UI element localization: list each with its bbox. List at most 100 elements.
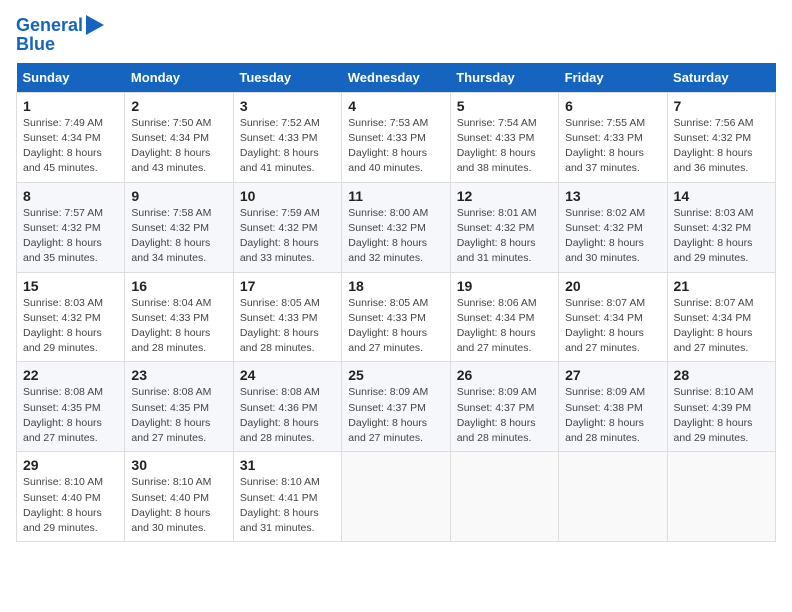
calendar-cell: 3 Sunrise: 7:52 AMSunset: 4:33 PMDayligh… <box>233 92 341 182</box>
cell-detail: Sunrise: 8:06 AMSunset: 4:34 PMDaylight:… <box>457 297 537 355</box>
cell-detail: Sunrise: 7:58 AMSunset: 4:32 PMDaylight:… <box>131 207 211 265</box>
calendar-cell: 1 Sunrise: 7:49 AMSunset: 4:34 PMDayligh… <box>17 92 125 182</box>
cell-detail: Sunrise: 8:05 AMSunset: 4:33 PMDaylight:… <box>348 297 428 355</box>
calendar-cell: 23 Sunrise: 8:08 AMSunset: 4:35 PMDaylig… <box>125 362 233 452</box>
calendar-cell: 16 Sunrise: 8:04 AMSunset: 4:33 PMDaylig… <box>125 272 233 362</box>
calendar-week-row: 8 Sunrise: 7:57 AMSunset: 4:32 PMDayligh… <box>17 182 776 272</box>
calendar-cell: 8 Sunrise: 7:57 AMSunset: 4:32 PMDayligh… <box>17 182 125 272</box>
logo-blue: Blue <box>16 34 55 55</box>
day-number: 10 <box>240 188 335 204</box>
day-number: 22 <box>23 367 118 383</box>
col-header-wednesday: Wednesday <box>342 63 450 93</box>
calendar-cell: 24 Sunrise: 8:08 AMSunset: 4:36 PMDaylig… <box>233 362 341 452</box>
calendar-week-row: 1 Sunrise: 7:49 AMSunset: 4:34 PMDayligh… <box>17 92 776 182</box>
cell-detail: Sunrise: 8:10 AMSunset: 4:40 PMDaylight:… <box>23 476 103 534</box>
calendar-week-row: 15 Sunrise: 8:03 AMSunset: 4:32 PMDaylig… <box>17 272 776 362</box>
day-number: 21 <box>674 278 769 294</box>
day-number: 6 <box>565 98 660 114</box>
cell-detail: Sunrise: 8:10 AMSunset: 4:40 PMDaylight:… <box>131 476 211 534</box>
cell-detail: Sunrise: 8:08 AMSunset: 4:36 PMDaylight:… <box>240 386 320 444</box>
cell-detail: Sunrise: 8:09 AMSunset: 4:38 PMDaylight:… <box>565 386 645 444</box>
calendar-cell <box>667 452 775 542</box>
calendar-cell: 25 Sunrise: 8:09 AMSunset: 4:37 PMDaylig… <box>342 362 450 452</box>
day-number: 5 <box>457 98 552 114</box>
calendar-cell: 4 Sunrise: 7:53 AMSunset: 4:33 PMDayligh… <box>342 92 450 182</box>
cell-detail: Sunrise: 8:10 AMSunset: 4:41 PMDaylight:… <box>240 476 320 534</box>
calendar-cell: 14 Sunrise: 8:03 AMSunset: 4:32 PMDaylig… <box>667 182 775 272</box>
cell-detail: Sunrise: 7:59 AMSunset: 4:32 PMDaylight:… <box>240 207 320 265</box>
col-header-sunday: Sunday <box>17 63 125 93</box>
day-number: 14 <box>674 188 769 204</box>
calendar-cell: 5 Sunrise: 7:54 AMSunset: 4:33 PMDayligh… <box>450 92 558 182</box>
day-number: 17 <box>240 278 335 294</box>
day-number: 28 <box>674 367 769 383</box>
cell-detail: Sunrise: 7:49 AMSunset: 4:34 PMDaylight:… <box>23 117 103 175</box>
calendar-cell: 19 Sunrise: 8:06 AMSunset: 4:34 PMDaylig… <box>450 272 558 362</box>
cell-detail: Sunrise: 8:10 AMSunset: 4:39 PMDaylight:… <box>674 386 754 444</box>
calendar-cell: 30 Sunrise: 8:10 AMSunset: 4:40 PMDaylig… <box>125 452 233 542</box>
logo: General Blue <box>16 16 104 55</box>
calendar-cell: 26 Sunrise: 8:09 AMSunset: 4:37 PMDaylig… <box>450 362 558 452</box>
cell-detail: Sunrise: 7:50 AMSunset: 4:34 PMDaylight:… <box>131 117 211 175</box>
calendar-week-row: 22 Sunrise: 8:08 AMSunset: 4:35 PMDaylig… <box>17 362 776 452</box>
day-number: 18 <box>348 278 443 294</box>
cell-detail: Sunrise: 8:09 AMSunset: 4:37 PMDaylight:… <box>348 386 428 444</box>
calendar-cell: 15 Sunrise: 8:03 AMSunset: 4:32 PMDaylig… <box>17 272 125 362</box>
day-number: 9 <box>131 188 226 204</box>
day-number: 1 <box>23 98 118 114</box>
calendar-cell: 18 Sunrise: 8:05 AMSunset: 4:33 PMDaylig… <box>342 272 450 362</box>
calendar-week-row: 29 Sunrise: 8:10 AMSunset: 4:40 PMDaylig… <box>17 452 776 542</box>
col-header-friday: Friday <box>559 63 667 93</box>
day-number: 3 <box>240 98 335 114</box>
cell-detail: Sunrise: 8:08 AMSunset: 4:35 PMDaylight:… <box>131 386 211 444</box>
cell-detail: Sunrise: 7:54 AMSunset: 4:33 PMDaylight:… <box>457 117 537 175</box>
day-number: 27 <box>565 367 660 383</box>
calendar-header-row: SundayMondayTuesdayWednesdayThursdayFrid… <box>17 63 776 93</box>
calendar-cell: 11 Sunrise: 8:00 AMSunset: 4:32 PMDaylig… <box>342 182 450 272</box>
day-number: 25 <box>348 367 443 383</box>
cell-detail: Sunrise: 8:01 AMSunset: 4:32 PMDaylight:… <box>457 207 537 265</box>
day-number: 15 <box>23 278 118 294</box>
col-header-thursday: Thursday <box>450 63 558 93</box>
day-number: 4 <box>348 98 443 114</box>
col-header-monday: Monday <box>125 63 233 93</box>
calendar-cell: 12 Sunrise: 8:01 AMSunset: 4:32 PMDaylig… <box>450 182 558 272</box>
day-number: 26 <box>457 367 552 383</box>
calendar-cell: 22 Sunrise: 8:08 AMSunset: 4:35 PMDaylig… <box>17 362 125 452</box>
day-number: 11 <box>348 188 443 204</box>
day-number: 29 <box>23 457 118 473</box>
day-number: 16 <box>131 278 226 294</box>
cell-detail: Sunrise: 8:00 AMSunset: 4:32 PMDaylight:… <box>348 207 428 265</box>
day-number: 2 <box>131 98 226 114</box>
cell-detail: Sunrise: 8:04 AMSunset: 4:33 PMDaylight:… <box>131 297 211 355</box>
day-number: 13 <box>565 188 660 204</box>
page-header: General Blue <box>16 16 776 55</box>
day-number: 19 <box>457 278 552 294</box>
calendar-cell <box>450 452 558 542</box>
cell-detail: Sunrise: 8:09 AMSunset: 4:37 PMDaylight:… <box>457 386 537 444</box>
day-number: 7 <box>674 98 769 114</box>
cell-detail: Sunrise: 8:07 AMSunset: 4:34 PMDaylight:… <box>565 297 645 355</box>
calendar-cell: 6 Sunrise: 7:55 AMSunset: 4:33 PMDayligh… <box>559 92 667 182</box>
calendar-cell: 9 Sunrise: 7:58 AMSunset: 4:32 PMDayligh… <box>125 182 233 272</box>
col-header-saturday: Saturday <box>667 63 775 93</box>
cell-detail: Sunrise: 8:07 AMSunset: 4:34 PMDaylight:… <box>674 297 754 355</box>
calendar-cell: 10 Sunrise: 7:59 AMSunset: 4:32 PMDaylig… <box>233 182 341 272</box>
cell-detail: Sunrise: 7:56 AMSunset: 4:32 PMDaylight:… <box>674 117 754 175</box>
day-number: 8 <box>23 188 118 204</box>
cell-detail: Sunrise: 8:02 AMSunset: 4:32 PMDaylight:… <box>565 207 645 265</box>
day-number: 20 <box>565 278 660 294</box>
calendar-cell <box>342 452 450 542</box>
cell-detail: Sunrise: 8:05 AMSunset: 4:33 PMDaylight:… <box>240 297 320 355</box>
cell-detail: Sunrise: 8:03 AMSunset: 4:32 PMDaylight:… <box>23 297 103 355</box>
day-number: 12 <box>457 188 552 204</box>
calendar-cell: 17 Sunrise: 8:05 AMSunset: 4:33 PMDaylig… <box>233 272 341 362</box>
calendar-cell: 21 Sunrise: 8:07 AMSunset: 4:34 PMDaylig… <box>667 272 775 362</box>
calendar-cell: 7 Sunrise: 7:56 AMSunset: 4:32 PMDayligh… <box>667 92 775 182</box>
calendar-cell: 28 Sunrise: 8:10 AMSunset: 4:39 PMDaylig… <box>667 362 775 452</box>
logo-arrow-icon <box>86 15 104 35</box>
calendar-cell: 31 Sunrise: 8:10 AMSunset: 4:41 PMDaylig… <box>233 452 341 542</box>
calendar-cell: 27 Sunrise: 8:09 AMSunset: 4:38 PMDaylig… <box>559 362 667 452</box>
calendar-cell: 29 Sunrise: 8:10 AMSunset: 4:40 PMDaylig… <box>17 452 125 542</box>
calendar-cell <box>559 452 667 542</box>
